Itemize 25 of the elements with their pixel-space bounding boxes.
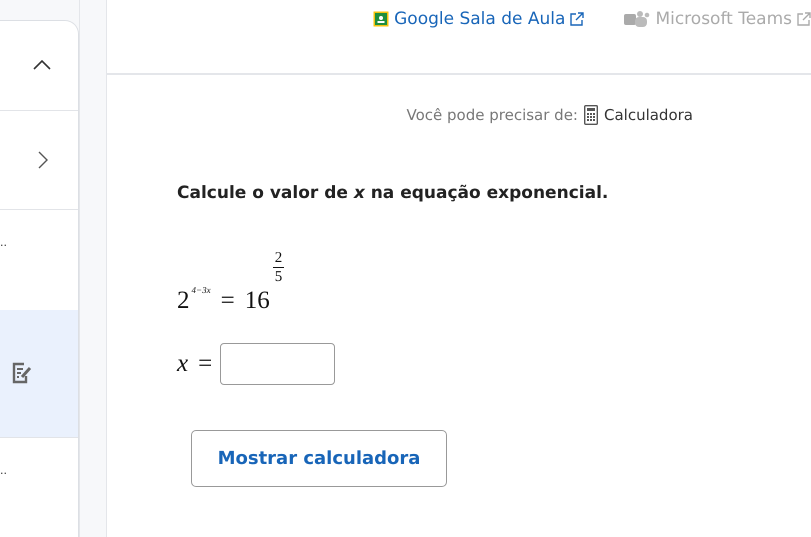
question-text: Calcule o valor de x na equação exponencial. [177, 183, 610, 203]
external-link[interactable]: Google Sala de Aula [373, 9, 584, 29]
tool-link[interactable]: Calculadora [604, 106, 693, 124]
answer-field[interactable] [220, 343, 336, 385]
chevron-up-icon [33, 60, 51, 70]
truncated-text: .. [0, 238, 7, 248]
calculator-icon [584, 105, 598, 125]
variable: x [177, 350, 188, 378]
equals-sign: = [220, 287, 235, 315]
edit-icon [12, 362, 32, 384]
equation-base: 2 [177, 287, 190, 315]
tools-hint: Você pode precisar de: [406, 106, 578, 124]
classroom-icon [373, 11, 390, 27]
exponent: 4−3x [192, 285, 211, 295]
equation-base: 16 [244, 287, 270, 315]
truncated-text: .. [0, 466, 7, 476]
show-calculator-button[interactable]: Mostrar calculadora [191, 430, 447, 487]
external-link-icon [570, 12, 584, 26]
external-link-icon [797, 12, 811, 26]
exercise-item[interactable] [0, 310, 78, 438]
denominator: 5 [274, 268, 282, 286]
teams-icon [624, 11, 650, 27]
equals-sign: = [198, 350, 212, 378]
chevron-right-icon [38, 150, 48, 169]
numerator: 2 [272, 249, 284, 268]
